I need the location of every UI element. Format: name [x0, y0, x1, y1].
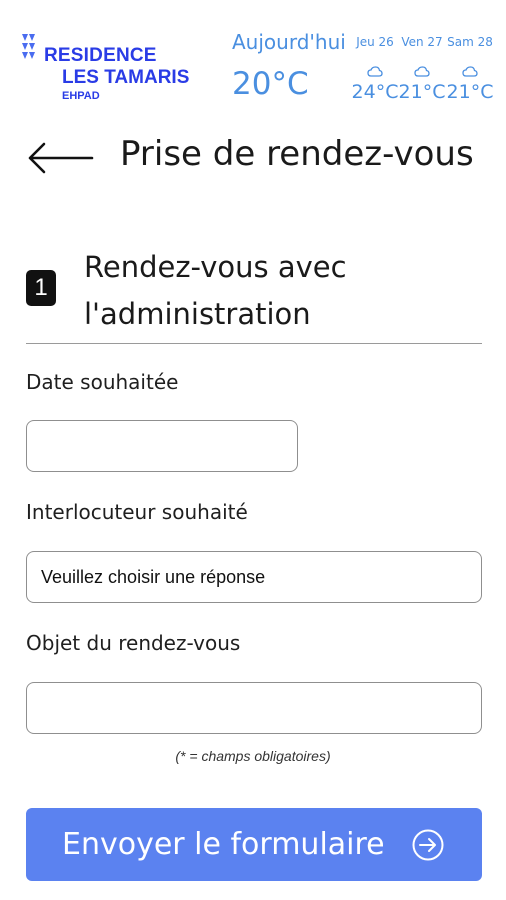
subject-field[interactable]	[26, 682, 482, 734]
interlocutor-label: Interlocuteur souhaité	[26, 500, 248, 524]
forecast-day-name: Sam 28	[447, 35, 493, 49]
weather-forecast-day: Sam 28 21°C	[445, 30, 495, 103]
forecast-day-temp: 24°C	[351, 81, 399, 103]
page-title: Prise de rendez-vous	[120, 134, 474, 174]
weather-forecast-day: Jeu 26 24°C	[350, 30, 400, 103]
date-label: Date souhaitée	[26, 370, 179, 394]
cloud-icon	[397, 63, 447, 77]
weather-forecast-day: Ven 27 21°C	[397, 30, 447, 103]
submit-button-label: Envoyer le formulaire	[62, 827, 385, 862]
weather-widget: Aujourd'hui 20°C Jeu 26 24°C Ven 27 21°C…	[232, 30, 506, 115]
forecast-day-name: Jeu 26	[356, 35, 394, 49]
forecast-day-name: Ven 27	[401, 35, 443, 49]
header: RESIDENCE LES TAMARIS EHPAD Aujourd'hui …	[0, 0, 506, 120]
date-field[interactable]	[26, 420, 298, 472]
section-title: Rendez-vous avec l'administration	[84, 250, 347, 331]
interlocutor-selected-value: Veuillez choisir une réponse	[41, 567, 266, 587]
cloud-icon	[350, 63, 400, 77]
back-button[interactable]	[24, 138, 96, 178]
submit-button[interactable]: Envoyer le formulaire	[26, 808, 482, 881]
forecast-day-temp: 21°C	[398, 81, 446, 103]
section-header: 1 Rendez-vous avec l'administration	[26, 238, 482, 344]
logo-text-les-tamaris: LES TAMARIS	[62, 67, 190, 88]
weather-today-temp: 20°C	[232, 66, 309, 102]
forecast-day-temp: 21°C	[446, 81, 494, 103]
arrow-left-icon	[28, 142, 94, 174]
interlocutor-select[interactable]: Veuillez choisir une réponse	[26, 551, 482, 603]
arrow-circle-right-icon	[412, 829, 444, 861]
cloud-icon	[445, 63, 495, 77]
residence-logo: RESIDENCE LES TAMARIS EHPAD	[20, 32, 220, 112]
logo-mark-icon	[22, 34, 35, 59]
weather-today-label: Aujourd'hui	[232, 30, 346, 54]
required-fields-note: (* = champs obligatoires)	[175, 748, 331, 764]
logo-text-residence: RESIDENCE	[44, 45, 157, 66]
title-row: Prise de rendez-vous	[0, 130, 506, 190]
step-number-badge: 1	[26, 270, 56, 306]
subject-label: Objet du rendez-vous	[26, 631, 241, 655]
logo-text-ehpad: EHPAD	[62, 90, 100, 102]
